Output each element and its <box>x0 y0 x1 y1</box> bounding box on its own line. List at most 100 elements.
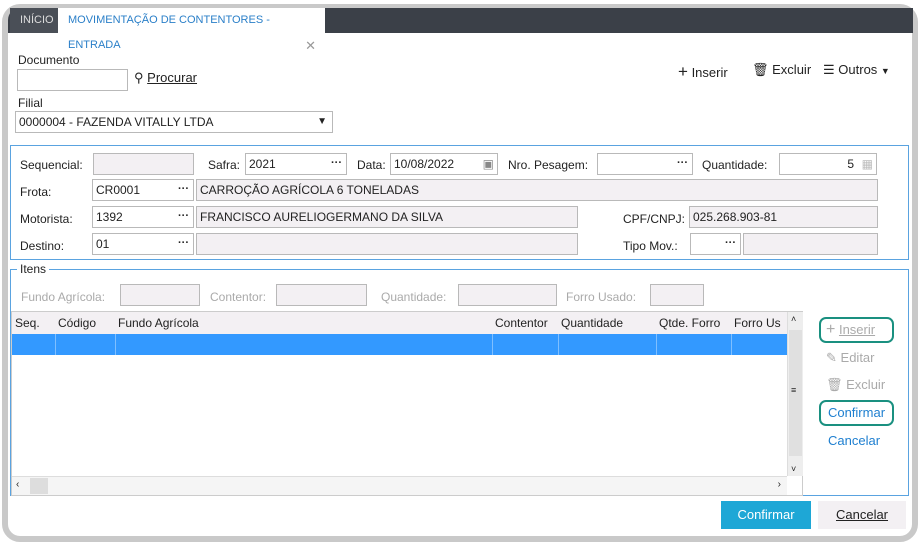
caret-down-icon: ▼ <box>880 66 890 76</box>
safra-input[interactable]: 2021 ··· <box>245 153 347 175</box>
destino-code-input[interactable]: 01 ··· <box>92 233 194 255</box>
cpf-value: 025.268.903-81 <box>689 206 878 228</box>
column-divider <box>656 334 657 355</box>
procurar-button[interactable]: ⚲ Procurar <box>134 70 197 86</box>
quantidade-input[interactable]: 5 ▦ <box>779 153 877 175</box>
lookup-button[interactable]: ··· <box>178 208 189 224</box>
item-inserir-button[interactable]: + Inserir <box>819 317 894 343</box>
filial-value: 0000004 - FAZENDA VITALLY LTDA <box>19 115 214 129</box>
motorista-code: 1392 <box>96 210 123 224</box>
excluir-button[interactable]: 🗑 Excluir <box>752 62 811 78</box>
table-row[interactable] <box>12 334 787 355</box>
column-divider <box>558 334 559 355</box>
grip-icon: ≡ <box>791 385 797 395</box>
motorista-label: Motorista: <box>20 212 73 226</box>
column-header[interactable]: Contentor <box>495 316 548 330</box>
scroll-down-icon[interactable]: ˅ <box>791 464 796 474</box>
search-icon: ⚲ <box>134 70 144 85</box>
data-input[interactable]: 10/08/2022 ▣ <box>390 153 498 175</box>
contentor-input[interactable] <box>276 284 367 306</box>
column-header[interactable]: Seq. <box>15 316 40 330</box>
scroll-left-icon[interactable]: ‹ <box>16 479 19 490</box>
column-divider <box>115 334 116 355</box>
item-excluir-button[interactable]: 🗑 Excluir <box>826 377 885 393</box>
editar-label: Editar <box>840 350 875 365</box>
destino-label: Destino: <box>20 239 65 253</box>
scroll-thumb[interactable] <box>30 478 48 494</box>
scroll-up-icon[interactable]: ˄ <box>791 314 796 324</box>
documento-label: Documento <box>18 53 80 67</box>
scroll-thumb[interactable]: ≡ <box>789 330 802 456</box>
trash-icon: 🗑 <box>826 377 843 392</box>
column-divider <box>492 334 493 355</box>
safra-value: 2021 <box>249 157 276 171</box>
items-grid[interactable]: Seq. Código Fundo Agrícola Contentor Quantid… <box>11 311 803 496</box>
tab-bar: INÍCIO MOVIMENTAÇÃO DE CONTENTORES - ENT… <box>8 8 913 53</box>
tab-inicio[interactable]: INÍCIO <box>10 8 64 33</box>
forro-input[interactable] <box>650 284 704 306</box>
item-editar-button[interactable]: ✎ Editar <box>826 350 875 366</box>
frota-code-input[interactable]: CR0001 ··· <box>92 179 194 201</box>
calendar-icon[interactable]: ▣ <box>483 154 494 174</box>
column-header[interactable]: Fundo Agrícola <box>118 316 199 330</box>
lookup-button[interactable]: ··· <box>178 181 189 197</box>
pesagem-input[interactable]: ··· <box>597 153 693 175</box>
vertical-scrollbar[interactable]: ˄ ≡ ˅ <box>787 312 803 476</box>
column-header[interactable]: Código <box>58 316 96 330</box>
cpf-label: CPF/CNPJ: <box>623 212 686 226</box>
column-header[interactable]: Forro Us <box>734 316 781 330</box>
quantidade-label: Quantidade: <box>702 158 768 172</box>
close-icon[interactable]: ✕ <box>305 33 316 58</box>
trash-icon: 🗑 <box>752 62 769 77</box>
tab-label: INÍCIO <box>20 14 54 26</box>
safra-label: Safra: <box>208 158 241 172</box>
filial-select[interactable]: 0000004 - FAZENDA VITALLY LTDA ▼ <box>15 111 333 133</box>
scroll-right-icon[interactable]: › <box>778 479 781 490</box>
lookup-button[interactable]: ··· <box>677 155 688 171</box>
forro-label: Forro Usado: <box>566 290 637 304</box>
frota-label: Frota: <box>20 185 52 199</box>
cancelar-button[interactable]: Cancelar <box>818 501 906 529</box>
tipo-desc <box>743 233 878 255</box>
column-header[interactable]: Quantidade <box>561 316 623 330</box>
motorista-desc: FRANCISCO AURELIOGERMANO DA SILVA <box>196 206 578 228</box>
item-confirmar-button[interactable]: Confirmar <box>819 400 894 426</box>
inserir-label: Inserir <box>838 322 876 337</box>
itens-title: Itens <box>17 262 50 276</box>
horizontal-scrollbar[interactable]: ‹ › <box>12 476 787 495</box>
column-divider <box>731 334 732 355</box>
contentor-label: Contentor: <box>210 290 267 304</box>
filial-label: Filial <box>18 96 43 110</box>
tipo-code-input[interactable]: ··· <box>690 233 741 255</box>
inserir-button[interactable]: + Inserir <box>678 62 728 82</box>
tipo-label: Tipo Mov.: <box>623 239 678 253</box>
lookup-button[interactable]: ··· <box>725 235 736 251</box>
outros-button[interactable]: ☰ Outros ▼ <box>823 62 890 78</box>
documento-input[interactable] <box>17 69 128 91</box>
quantidade-item-label: Quantidade: <box>381 290 447 304</box>
sequencial-label: Sequencial: <box>20 158 83 172</box>
destino-code: 01 <box>96 237 110 251</box>
tab-movimentacao[interactable]: MOVIMENTAÇÃO DE CONTENTORES - ENTRADA ✕ <box>58 8 325 53</box>
lookup-button[interactable]: ··· <box>331 155 342 171</box>
frota-code: CR0001 <box>96 183 141 197</box>
excluir-label: Excluir <box>772 62 812 77</box>
sequencial-input[interactable] <box>93 153 194 175</box>
column-divider <box>55 334 56 355</box>
destino-desc <box>196 233 578 255</box>
column-header[interactable]: Qtde. Forro <box>659 316 720 330</box>
lookup-button[interactable]: ··· <box>178 235 189 251</box>
caret-down-icon: ▼ <box>317 116 327 127</box>
fundo-input[interactable] <box>120 284 200 306</box>
list-icon: ☰ <box>823 62 835 77</box>
confirmar-button[interactable]: Confirmar <box>721 501 811 529</box>
quantidade-item-input[interactable] <box>458 284 557 306</box>
outros-label: Outros <box>838 62 878 77</box>
inserir-label: Inserir <box>691 65 728 80</box>
calculator-icon[interactable]: ▦ <box>862 154 873 174</box>
plus-icon: + <box>826 321 836 338</box>
item-cancelar-button[interactable]: Cancelar <box>828 433 880 448</box>
pesagem-label: Nro. Pesagem: <box>508 158 589 172</box>
fundo-label: Fundo Agrícola: <box>21 290 106 304</box>
motorista-code-input[interactable]: 1392 ··· <box>92 206 194 228</box>
